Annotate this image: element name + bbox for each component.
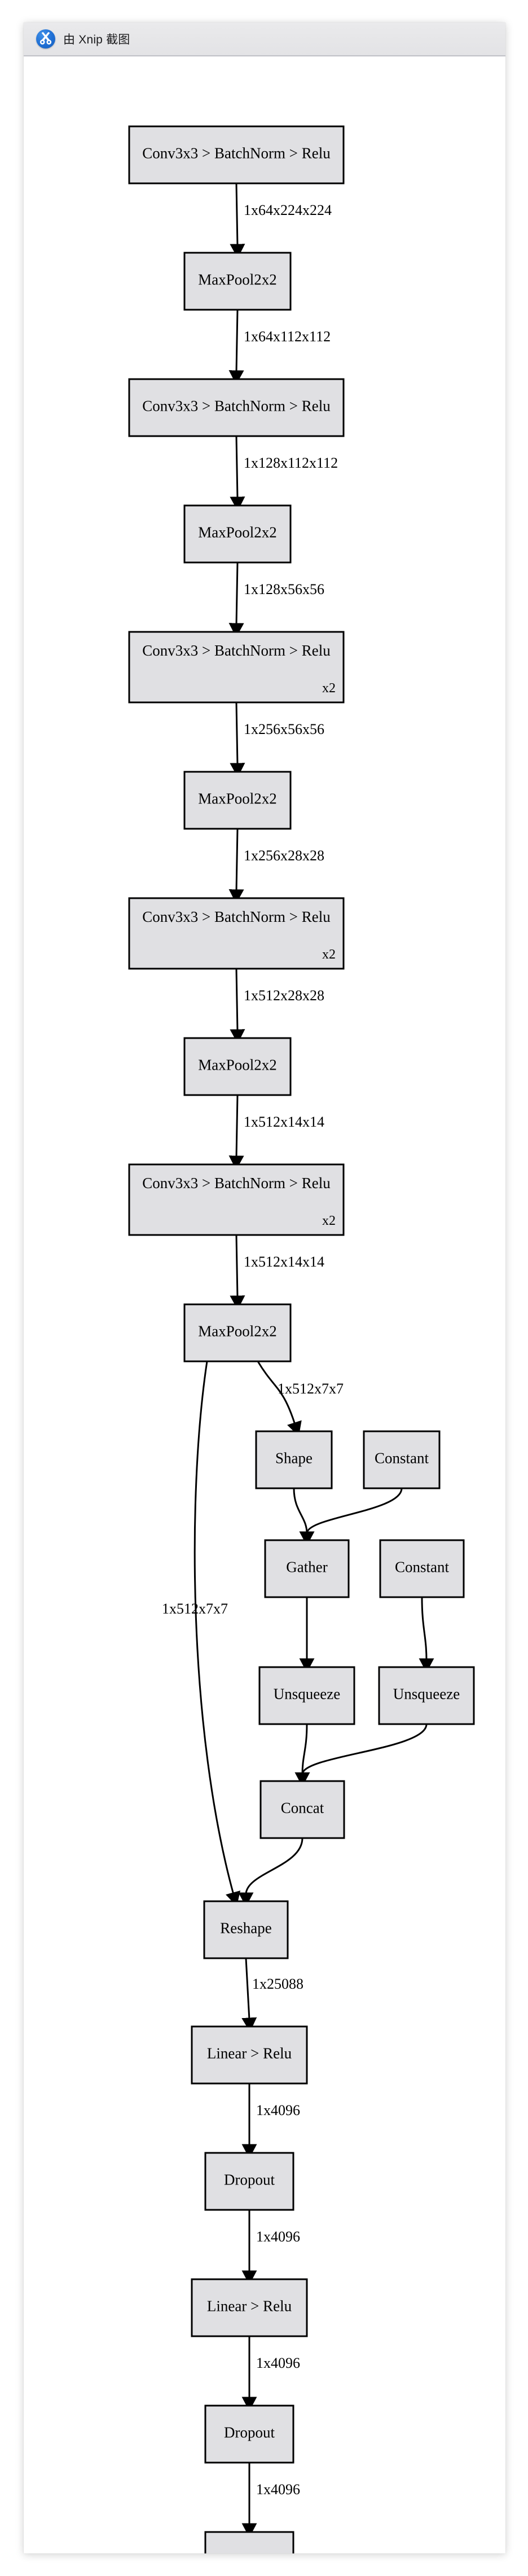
window-titlebar: 由 Xnip 截图	[24, 23, 505, 56]
node-label: MaxPool2x2	[198, 790, 277, 807]
graph-node-const2[interactable]: Constant	[379, 1539, 465, 1598]
node-label: Conv3x3 > BatchNorm > Relu	[142, 1175, 331, 1192]
graph-node-pool3[interactable]: MaxPool2x2	[183, 771, 292, 830]
node-repeat-count: x2	[322, 947, 336, 962]
graph-node-conv1[interactable]: Conv3x3 > BatchNorm > Relu	[128, 125, 345, 184]
node-label: Shape	[275, 1450, 313, 1467]
edge-label: 1x256x56x56	[244, 721, 324, 737]
node-repeat-count: x2	[322, 1214, 336, 1228]
node-label: Constant	[375, 1450, 429, 1467]
graph-edge	[230, 1234, 245, 1310]
node-label: Conv3x3 > BatchNorm > Relu	[142, 145, 331, 162]
graph-node-pool1[interactable]: MaxPool2x2	[183, 252, 292, 311]
node-label: Dropout	[224, 2424, 275, 2441]
edge-label: 1x512x28x28	[244, 987, 324, 1004]
node-label: Dropout	[224, 2171, 275, 2188]
edge-label: 1x128x56x56	[244, 581, 324, 597]
node-label: Conv3x3 > BatchNorm > Relu	[142, 398, 331, 415]
graph-edge	[294, 1724, 310, 1787]
graph-edge	[228, 309, 244, 385]
node-label: MaxPool2x2	[198, 1323, 277, 1340]
node-label: MaxPool2x2	[198, 1057, 277, 1074]
graph-node-unsq1[interactable]: Unsqueeze	[258, 1666, 355, 1725]
window-title: 由 Xnip 截图	[63, 33, 130, 46]
scissors-icon	[36, 29, 55, 49]
graph-edge	[241, 1958, 257, 2032]
graph-edge	[230, 702, 245, 777]
graph-edge	[228, 828, 244, 904]
network-graph: Conv3x3 > BatchNorm > Relu MaxPool2x2 Conv…	[128, 125, 475, 2553]
edge-label: 1x4096	[256, 2481, 300, 2498]
node-label: Gather	[286, 1559, 327, 1576]
node-repeat-count: x2	[322, 681, 336, 696]
graph-edge	[419, 1597, 434, 1673]
graph-node-drop2[interactable]: Dropout	[204, 2404, 294, 2464]
node-label: Unsqueeze	[393, 1686, 460, 1703]
node-label: Linear > Relu	[207, 2045, 292, 2062]
graph-edge	[238, 1838, 303, 1907]
graph-edge	[228, 1094, 244, 1170]
node-label: Constant	[395, 1559, 450, 1576]
graph-edge	[230, 436, 245, 511]
node-label: Concat	[281, 1800, 324, 1817]
edge-label: 1x64x112x112	[244, 328, 331, 345]
xnip-screenshot-window: 由 Xnip 截图 Conv3x3 > BatchNorm > Relu MaxP…	[24, 23, 505, 2553]
graph-node-pool5[interactable]: MaxPool2x2	[183, 1303, 292, 1362]
graph-node-reshape[interactable]: Reshape	[203, 1900, 289, 1959]
node-label: MaxPool2x2	[198, 271, 277, 288]
graph-edge	[293, 1488, 315, 1546]
graph-node-conv5[interactable]: Conv3x3 > BatchNorm > Relu x2	[128, 1163, 345, 1236]
graph-node-lin3[interactable]: Linear	[204, 2531, 294, 2553]
graph-node-lin1[interactable]: Linear > Relu	[191, 2025, 308, 2085]
node-label: Conv3x3 > BatchNorm > Relu	[142, 908, 331, 925]
edge-label: 1x64x224x224	[244, 202, 332, 218]
node-label: Linear > Relu	[207, 2298, 292, 2315]
graph-canvas: Conv3x3 > BatchNorm > Relu MaxPool2x2 Conv…	[24, 56, 505, 2553]
graph-node-conv3[interactable]: Conv3x3 > BatchNorm > Relu x2	[128, 631, 345, 704]
node-label: Unsqueeze	[274, 1686, 340, 1703]
edge-label: 1x512x14x14	[244, 1114, 324, 1130]
graph-node-lin2[interactable]: Linear > Relu	[191, 2278, 308, 2337]
graph-nodes: Conv3x3 > BatchNorm > Relu MaxPool2x2 Conv…	[128, 125, 475, 2553]
edge-label: 1x25088	[252, 1976, 303, 1992]
graph-edge	[299, 1488, 403, 1546]
graph-node-drop1[interactable]: Dropout	[204, 2152, 294, 2211]
graph-node-pool4[interactable]: MaxPool2x2	[183, 1037, 292, 1096]
graph-node-shape[interactable]: Shape	[255, 1430, 333, 1489]
edge-label: 1x256x28x28	[244, 847, 324, 864]
graph-node-concat[interactable]: Concat	[259, 1780, 345, 1839]
edge-label: 1x512x7x7	[162, 1601, 228, 1617]
screenshot-root: 由 Xnip 截图 Conv3x3 > BatchNorm > Relu MaxP…	[0, 0, 528, 2576]
edge-label: 1x4096	[256, 2102, 300, 2118]
graph-node-const1[interactable]: Constant	[363, 1430, 441, 1489]
graph-edge	[230, 183, 245, 258]
edge-label: 1x512x14x14	[244, 1254, 324, 1270]
graph-node-gather[interactable]: Gather	[264, 1539, 350, 1598]
graph-edge	[230, 968, 245, 1044]
edge-label: 1x4096	[256, 2355, 300, 2371]
graph-node-pool2[interactable]: MaxPool2x2	[183, 504, 292, 564]
node-label: Conv3x3 > BatchNorm > Relu	[142, 642, 331, 659]
edge-label: 1x4096	[256, 2228, 300, 2245]
graph-edge	[228, 562, 244, 638]
edge-label: 1x128x112x112	[244, 455, 338, 471]
edge-label: 1x512x7x7	[278, 1381, 344, 1397]
graph-edge	[294, 1724, 428, 1787]
graph-node-unsq2[interactable]: Unsqueeze	[378, 1666, 475, 1725]
graph-edge	[193, 1361, 241, 1907]
node-label: Reshape	[220, 1920, 271, 1937]
node-label: MaxPool2x2	[198, 524, 277, 541]
node-label: Linear	[230, 2551, 269, 2553]
graph-node-conv2[interactable]: Conv3x3 > BatchNorm > Relu	[128, 378, 345, 437]
graph-node-conv4[interactable]: Conv3x3 > BatchNorm > Relu x2	[128, 897, 345, 970]
